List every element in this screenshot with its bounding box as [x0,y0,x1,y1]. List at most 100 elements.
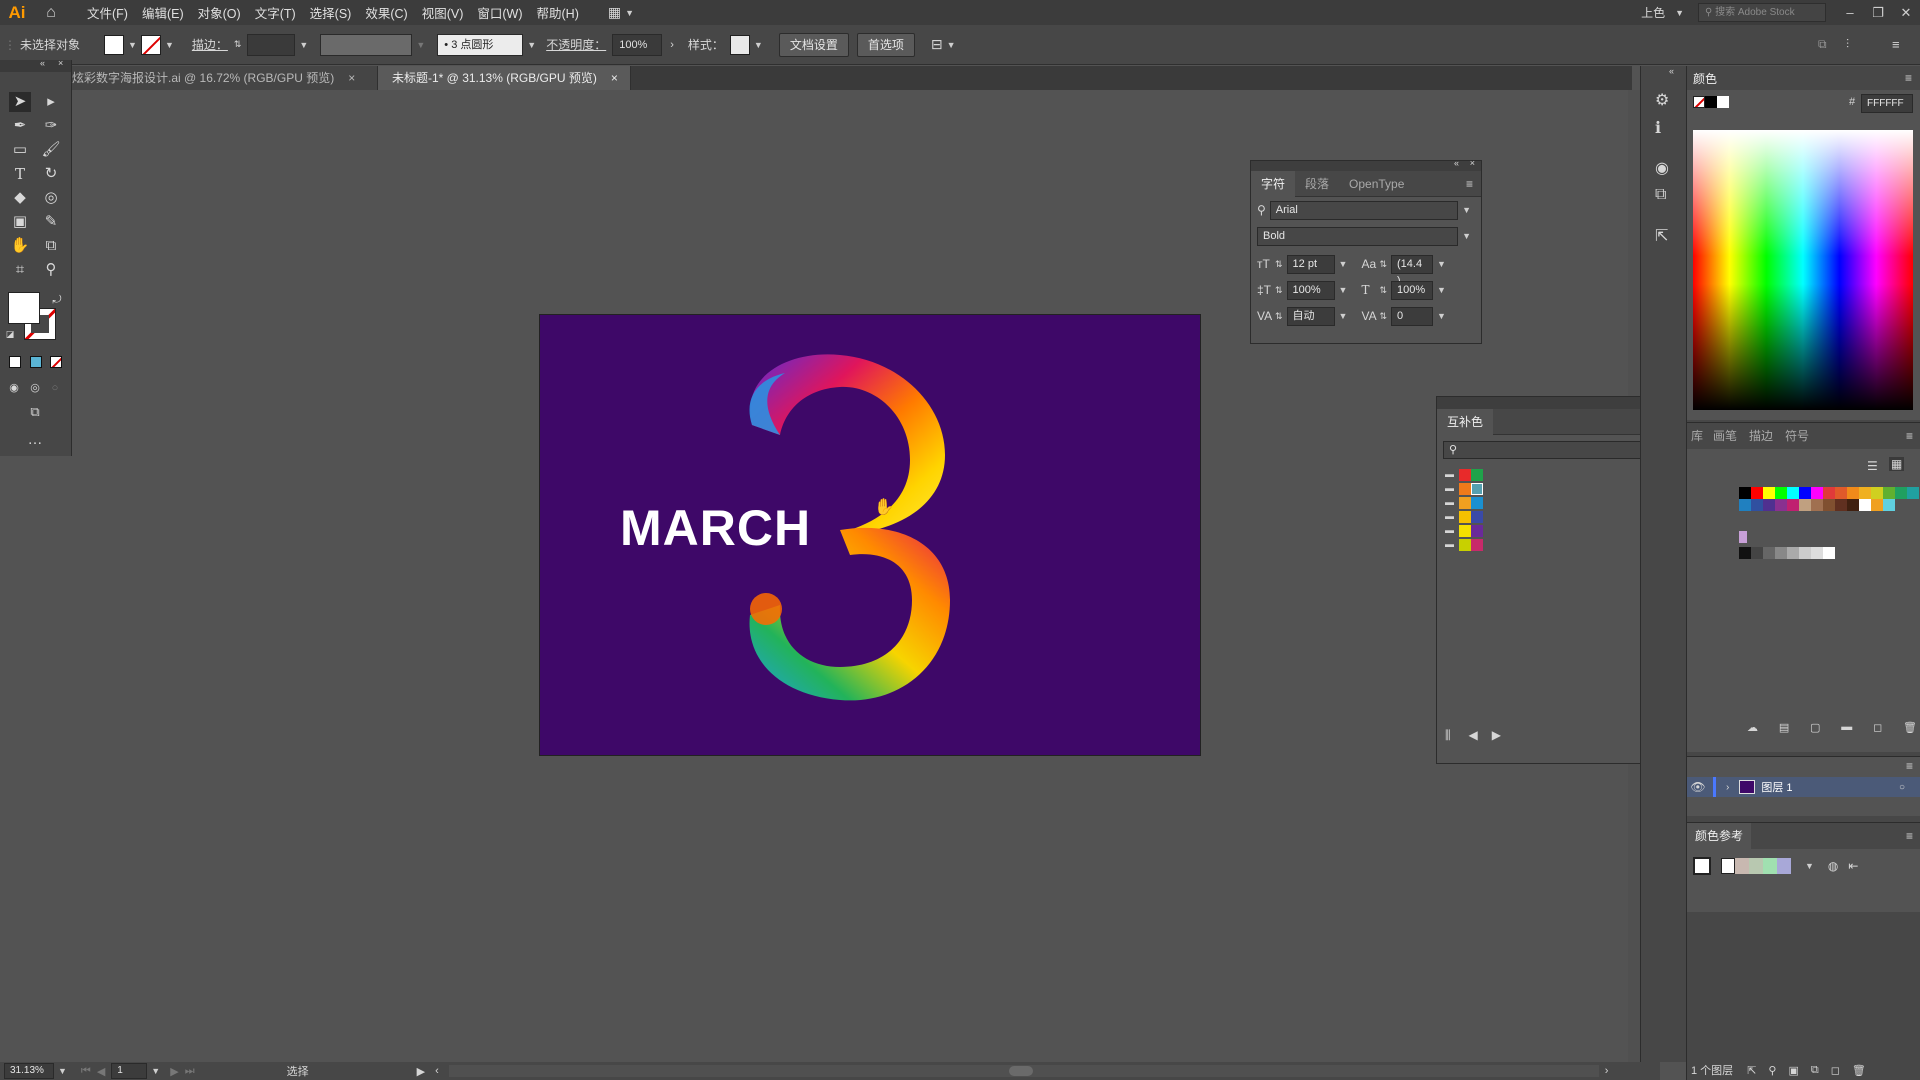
puppet-warp-tool-icon[interactable]: ✋ [9,236,31,256]
color-panel-title[interactable]: 颜色 [1693,70,1717,87]
chevron-down-icon[interactable]: ▼ [947,40,956,50]
tab-document-2[interactable]: 未标题-1* @ 31.13% (RGB/GPU 预览) × [378,66,631,90]
none-mode-button[interactable] [50,356,62,368]
new-color-group-icon[interactable]: ▬ [1841,721,1852,734]
opacity-field[interactable]: 100% [612,33,663,56]
stroke-weight-field[interactable] [247,33,296,56]
draw-normal-icon[interactable]: ◉ [5,378,23,398]
type-tool-icon[interactable]: T [9,164,31,184]
layer-name[interactable]: 图层 1 [1761,779,1792,795]
tab-libraries[interactable]: 库 [1687,423,1707,449]
trash-icon[interactable]: 🗑 [1903,721,1917,734]
workspace-switcher[interactable]: 上色 [1641,4,1665,21]
white-swatch[interactable] [1717,96,1729,108]
menu-object[interactable]: 对象(O) [191,3,248,22]
chevron-down-icon[interactable]: ▼ [1339,285,1348,295]
swatch[interactable] [1459,539,1471,551]
previous-icon[interactable]: ◀ [1469,728,1478,742]
swatch[interactable] [1787,499,1799,511]
swatch[interactable] [1739,531,1747,543]
fill-color-box[interactable] [8,292,40,324]
gradient-tool-icon[interactable]: ▣ [9,212,31,232]
swatch[interactable] [1811,487,1823,499]
tab-paragraph[interactable]: 段落 [1295,171,1339,197]
swatch[interactable] [1471,511,1483,523]
minimize-button[interactable]: – [1836,5,1864,20]
color-mode-button[interactable] [9,356,21,368]
clip-mask-icon[interactable]: ▣ [1788,1064,1798,1077]
guide-swatch[interactable] [1735,858,1749,874]
swatch[interactable] [1751,547,1763,559]
stepper-icon[interactable]: ⇅ [1379,311,1387,322]
menu-edit[interactable]: 编辑(E) [135,3,191,22]
list-view-icon[interactable]: ☰ [1867,459,1878,473]
swatch[interactable] [1739,487,1751,499]
chevron-down-icon[interactable]: ▼ [165,40,174,50]
arrange-icon[interactable]: ⧉ [1818,37,1827,52]
stroke-swatch[interactable] [140,34,161,55]
swatch[interactable] [1471,539,1483,551]
swatch[interactable] [1739,547,1751,559]
swatch[interactable] [1775,547,1787,559]
swatch[interactable] [1823,487,1835,499]
live-paint-tool-icon[interactable]: ⧉ [40,236,62,256]
swatch[interactable] [1739,499,1751,511]
chevron-down-icon[interactable]: ▼ [128,40,137,50]
artboard-tool-icon[interactable]: ⌗ [9,260,31,280]
swatch[interactable] [1823,499,1835,511]
menu-view[interactable]: 视图(V) [415,3,471,22]
chevron-down-icon[interactable]: ▼ [1437,285,1446,295]
zoom-field[interactable]: 31.13% [4,1063,54,1079]
swatch[interactable] [1787,547,1799,559]
tab-color-guide[interactable]: 颜色参考 [1687,823,1752,849]
target-icon[interactable]: ○ [1899,782,1905,793]
collapse-icon[interactable]: « [1454,158,1459,168]
chevron-down-icon[interactable]: ▼ [151,1066,160,1076]
swatch[interactable] [1471,469,1483,481]
swatch[interactable] [1871,487,1883,499]
chevron-down-icon[interactable]: ▼ [1805,861,1814,871]
selection-tool-icon[interactable]: ➤ [9,92,31,112]
horizontal-scale-field[interactable]: 100% [1391,280,1434,300]
show-kinds-icon[interactable]: ▤ [1779,721,1789,734]
swatch[interactable] [1835,487,1847,499]
color-spectrum[interactable] [1693,130,1913,410]
swatch[interactable] [1895,487,1907,499]
align-icon[interactable]: ⊟ [931,36,943,53]
new-layer-icon[interactable]: ◻ [1831,1064,1840,1077]
close-icon[interactable]: × [611,66,618,90]
font-style-field[interactable]: Bold [1257,226,1459,246]
base-color-swatch[interactable] [1693,857,1711,875]
default-colors-icon[interactable]: ◪ [4,324,16,344]
graphic-style-swatch[interactable] [729,34,750,55]
swatch[interactable] [1859,487,1871,499]
swatch[interactable] [1459,497,1471,509]
swatch-libraries-icon[interactable]: ☁ [1747,721,1758,734]
stock-search-input[interactable]: ⚲ 搜索 Adobe Stock [1698,3,1826,22]
swatch[interactable] [1459,469,1471,481]
swatch[interactable] [1811,499,1823,511]
chevron-down-icon[interactable]: ▼ [527,40,536,50]
dock-collapse-icon[interactable]: « [1669,66,1674,76]
chevron-down-icon[interactable]: ▼ [299,40,308,50]
pen-tool-icon[interactable]: ✒ [9,116,31,136]
swatch[interactable] [1751,499,1763,511]
zoom-tool-icon[interactable]: ⚲ [40,260,62,280]
swatch[interactable] [1775,487,1787,499]
stepper-icon[interactable]: ⇅ [1379,259,1387,270]
stroke-weight-stepper[interactable]: ⇅ [234,39,242,50]
chevron-down-icon[interactable]: ▼ [1437,311,1446,321]
screen-mode-icon[interactable]: ⧉ [24,402,46,422]
swatch[interactable] [1883,499,1895,511]
save-group-icon[interactable]: ⇤ [1848,859,1858,873]
swatch[interactable] [1763,547,1775,559]
font-size-field[interactable]: 12 pt [1286,254,1335,274]
swatch[interactable] [1799,499,1811,511]
panel-menu-icon[interactable]: ≡ [1905,71,1912,85]
arrange-documents-button[interactable]: ▦ ▼ [608,4,638,21]
scroll-left-icon[interactable]: ‹ [435,1065,439,1077]
tab-brushes[interactable]: 画笔 [1707,423,1743,449]
brush-definition[interactable]: • 3 点圆形 [437,33,524,56]
tab-stroke[interactable]: 描边 [1743,423,1779,449]
black-swatch[interactable] [1705,96,1717,108]
